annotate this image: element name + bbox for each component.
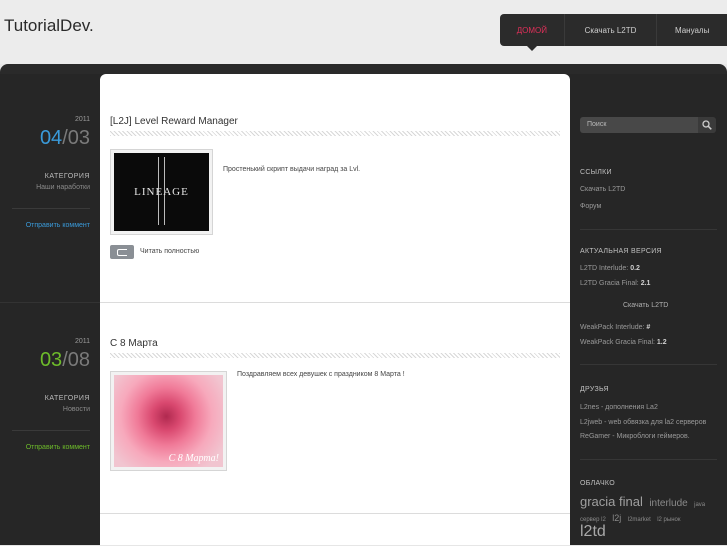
search-input[interactable]: Поиск: [580, 117, 706, 133]
send-comment-link[interactable]: Отправить коммент: [26, 222, 90, 229]
tag[interactable]: l2 рынок: [657, 517, 680, 523]
tag[interactable]: l2market: [628, 517, 651, 523]
category-link[interactable]: Наши наработки: [36, 184, 90, 191]
post-thumbnail[interactable]: LINEAGE: [110, 149, 213, 235]
search-icon: [702, 120, 712, 130]
l2td-interlude-version: L2TD Interlude: 0.2: [580, 265, 640, 272]
lineage-logo-image: LINEAGE: [114, 153, 209, 231]
title-underline: [110, 131, 560, 136]
weakpack-gracia-version: WeakPack Gracia Final: 1.2: [580, 339, 667, 346]
lineage-logo-text: LINEAGE: [134, 186, 189, 198]
post-title[interactable]: С 8 Марта: [110, 338, 158, 349]
divider: [580, 459, 717, 460]
post-meta-2: 2011 03/08 КАТЕГОРИЯ Новости Отправить к…: [0, 302, 100, 546]
post-month: 08: [67, 349, 90, 371]
post-meta-column: 2011 04/03 КАТЕГОРИЯ Наши наработки Отпр…: [0, 74, 100, 545]
post-date: 04/03: [40, 127, 90, 150]
sidebar: Поиск ССЫЛКИ Скачать L2TD Форум АКТУАЛЬН…: [570, 74, 727, 545]
send-comment-link[interactable]: Отправить коммент: [26, 444, 90, 451]
tag-cloud-heading: ОБЛАЧКО: [580, 480, 615, 487]
post-title[interactable]: [L2J] Level Reward Manager: [110, 116, 238, 127]
tag[interactable]: java: [694, 502, 705, 508]
title-underline: [110, 353, 560, 358]
post-excerpt: Простенький скрипт выдачи наград за Lvl.: [223, 166, 361, 173]
post-separator: [100, 513, 570, 514]
friend-link-regamer[interactable]: ReGamer - Микроблоги геймеров.: [580, 433, 690, 440]
tag[interactable]: gracia final: [580, 494, 643, 509]
rose-caption: C 8 Марта!: [168, 453, 219, 464]
friend-link-l2jweb[interactable]: L2jweb - web обвязка для la2 серверов: [580, 419, 706, 426]
link-forum[interactable]: Форум: [580, 203, 601, 210]
weakpack-interlude-version: WeakPack Interlude: #: [580, 324, 651, 331]
read-more-link[interactable]: Читать полностью: [140, 248, 199, 255]
divider: [12, 208, 90, 209]
post-excerpt: Поздравляем всех девушек с праздником 8 …: [237, 371, 405, 378]
rose-image: C 8 Марта!: [114, 375, 223, 467]
version-download-link[interactable]: Скачать L2TD: [623, 302, 668, 309]
divider: [12, 430, 90, 431]
nav-home[interactable]: ДОМОЙ: [500, 14, 564, 46]
tag[interactable]: l2td: [580, 523, 606, 540]
post-separator: [100, 302, 570, 303]
read-more-icon[interactable]: [110, 245, 134, 259]
nav-active-indicator: [527, 46, 537, 51]
nav-download[interactable]: Скачать L2TD: [563, 14, 657, 46]
search-placeholder: Поиск: [587, 121, 607, 128]
main-nav: ДОМОЙ Скачать L2TD Мануалы: [500, 14, 727, 46]
category-link[interactable]: Новости: [63, 406, 90, 413]
post-thumbnail[interactable]: C 8 Марта!: [110, 371, 227, 471]
category-label: КАТЕГОРИЯ: [44, 395, 90, 402]
version-heading: АКТУАЛЬНАЯ ВЕРСИЯ: [580, 248, 662, 255]
friend-link-l2nes[interactable]: L2nes - дополнения La2: [580, 404, 658, 411]
friends-heading: ДРУЗЬЯ: [580, 386, 609, 393]
tag[interactable]: l2j: [612, 513, 621, 523]
post-date: 03/08: [40, 349, 90, 372]
post-month: 03: [67, 127, 90, 149]
category-label: КАТЕГОРИЯ: [44, 173, 90, 180]
divider: [580, 229, 717, 230]
divider: [580, 364, 717, 365]
search-button[interactable]: [698, 117, 716, 133]
l2td-gracia-version: L2TD Gracia Final: 2.1: [580, 280, 651, 287]
link-download[interactable]: Скачать L2TD: [580, 186, 625, 193]
post-day: 03: [39, 349, 63, 371]
nav-manuals[interactable]: Мануалы: [656, 14, 727, 46]
tag-cloud: gracia final interlude java сервер l2 l2…: [580, 494, 720, 540]
main-content: [L2J] Level Reward Manager LINEAGE Прост…: [100, 74, 570, 545]
links-heading: ССЫЛКИ: [580, 169, 612, 176]
post-year: 2011: [74, 116, 90, 123]
post-year: 2011: [74, 338, 90, 345]
post-day: 04: [39, 127, 63, 149]
site-title[interactable]: TutorialDev.: [4, 16, 94, 36]
tag[interactable]: interlude: [649, 498, 687, 509]
